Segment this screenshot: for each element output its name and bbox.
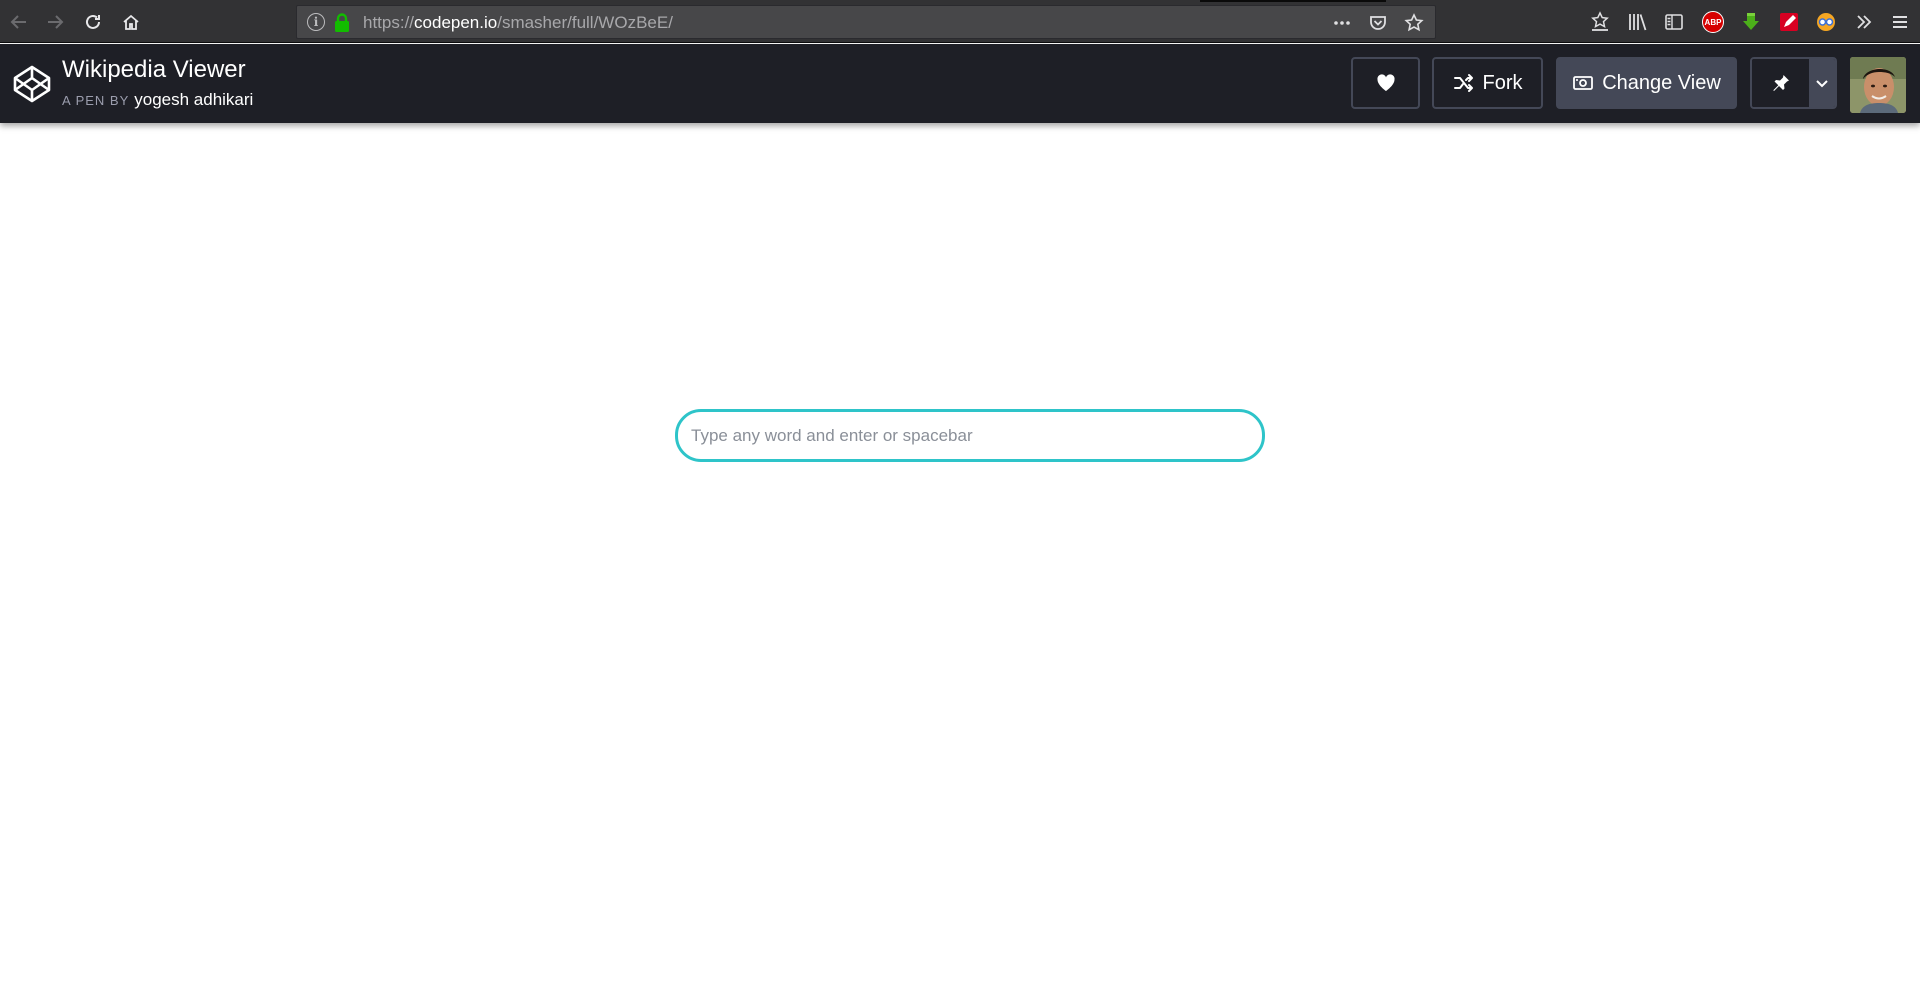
back-button[interactable] <box>4 7 34 37</box>
info-icon[interactable]: i <box>307 13 325 31</box>
overflow-chevron-icon <box>1857 15 1872 29</box>
pen-extension-button[interactable] <box>1776 9 1802 35</box>
bookmark-star-icon <box>1404 13 1424 32</box>
codepen-header: Wikipedia Viewer A PEN BY yogesh adhikar… <box>0 44 1920 123</box>
bookmark-button[interactable] <box>1403 12 1425 34</box>
library-icon <box>1629 14 1647 31</box>
avatar-photo <box>1850 57 1906 113</box>
address-bar[interactable]: i https://codepen.io/smasher/full/WOzBeE… <box>296 5 1436 39</box>
user-avatar[interactable] <box>1850 57 1906 113</box>
download-arrow-icon <box>1743 13 1759 30</box>
home-button[interactable] <box>116 7 146 37</box>
sidebar-button[interactable] <box>1661 9 1687 35</box>
main-menu-button[interactable] <box>1887 9 1913 35</box>
back-icon <box>10 15 26 29</box>
extension-icon <box>1817 13 1835 31</box>
change-view-icon <box>1573 76 1594 90</box>
pocket-button[interactable] <box>1367 12 1389 34</box>
overflow-menu-button[interactable] <box>1851 9 1877 35</box>
download-extension-button[interactable] <box>1738 9 1764 35</box>
search-input[interactable] <box>678 412 1262 459</box>
change-view-button[interactable]: Change View <box>1556 57 1737 109</box>
fork-icon <box>1453 74 1473 92</box>
reload-button[interactable] <box>78 7 108 37</box>
url-host: codepen.io <box>414 13 498 32</box>
pen-title[interactable]: Wikipedia Viewer <box>62 56 246 84</box>
hamburger-menu-icon <box>1893 16 1907 28</box>
more-icon <box>1334 21 1350 25</box>
forward-button[interactable] <box>40 7 70 37</box>
browser-toolbar: i https://codepen.io/smasher/full/WOzBeE… <box>0 0 1920 43</box>
lock-icon[interactable] <box>333 13 351 33</box>
sidebar-icon <box>1665 14 1683 30</box>
url-path: /smasher/full/WOzBeE/ <box>497 13 673 32</box>
url-text[interactable]: https://codepen.io/smasher/full/WOzBeE/ <box>363 13 673 33</box>
heart-button[interactable] <box>1351 57 1420 109</box>
active-tab-indicator <box>1200 0 1386 2</box>
pocket-icon <box>1370 16 1386 30</box>
pin-button-group <box>1750 57 1837 109</box>
heart-icon <box>1376 74 1395 91</box>
adblock-button[interactable]: ABP <box>1700 9 1726 35</box>
pin-icon <box>1772 75 1789 91</box>
home-icon <box>123 14 139 30</box>
pin-menu-button[interactable] <box>1809 59 1835 107</box>
adblock-icon: ABP <box>1702 11 1724 33</box>
pen-byline: A PEN BY yogesh adhikari <box>62 90 253 110</box>
reload-icon <box>86 14 100 29</box>
forward-icon <box>48 15 64 29</box>
url-scheme: https:// <box>363 13 415 32</box>
search-box <box>675 409 1265 462</box>
library-button[interactable] <box>1624 9 1650 35</box>
codepen-logo-icon[interactable] <box>12 64 52 104</box>
pin-button[interactable] <box>1752 59 1809 107</box>
change-view-label: Change View <box>1602 71 1721 94</box>
downloads-library-icon <box>1591 11 1609 31</box>
fork-button[interactable]: Fork <box>1432 57 1543 109</box>
fork-label: Fork <box>1482 71 1523 94</box>
byline-prefix: A PEN BY <box>62 93 130 108</box>
page-actions-button[interactable] <box>1331 12 1353 34</box>
downloads-library-button[interactable] <box>1587 9 1613 35</box>
chevron-down-icon <box>1816 80 1828 88</box>
author-link[interactable]: yogesh adhikari <box>134 90 253 110</box>
pen-extension-icon <box>1780 13 1798 31</box>
extension-button[interactable] <box>1813 9 1839 35</box>
